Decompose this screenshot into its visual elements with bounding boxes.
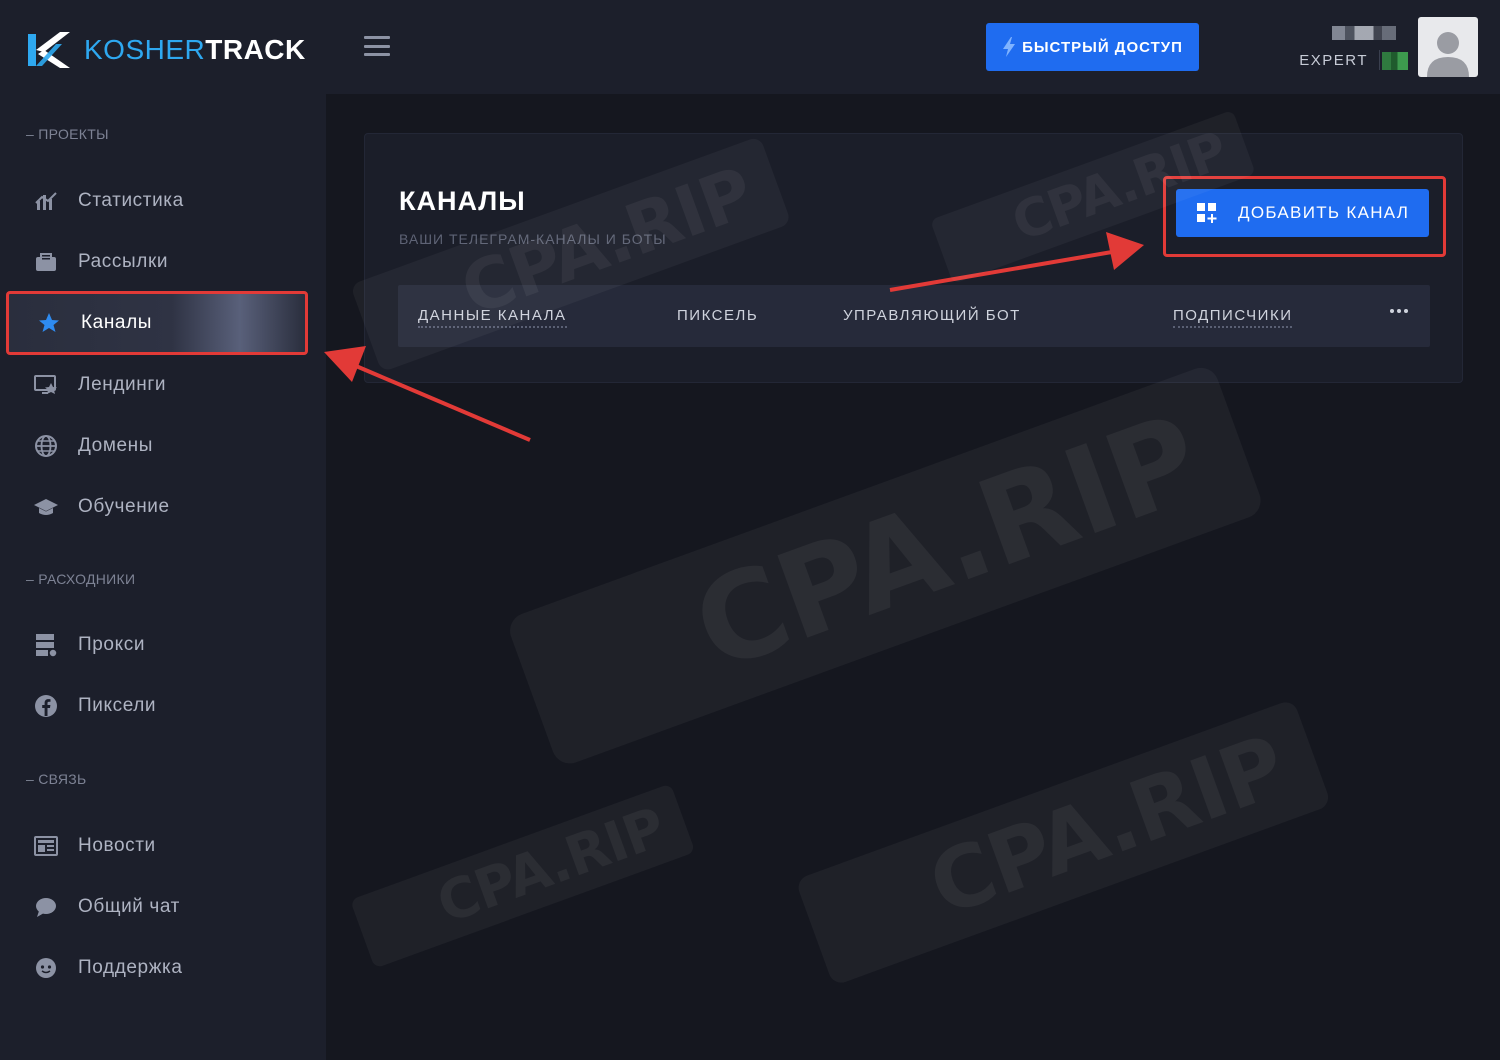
sidebar: KOSHERTRACK – ПРОЕКТЫ Статистика Рассылк… xyxy=(0,0,326,1060)
page-title: КАНАЛЫ xyxy=(399,186,526,216)
sidebar-item-label: Домены xyxy=(78,435,154,456)
watermark-text: CPA.RIP xyxy=(350,783,696,969)
column-subscribers[interactable]: ПОДПИСЧИКИ xyxy=(1173,307,1293,328)
status-indicator-redacted xyxy=(1382,52,1408,70)
newspaper-icon xyxy=(32,832,60,860)
add-channel-label: ДОБАВИТЬ КАНАЛ xyxy=(1238,203,1410,222)
sidebar-item-label: Общий чат xyxy=(78,896,180,917)
sidebar-item-label: Обучение xyxy=(78,496,170,517)
user-avatar-icon xyxy=(1427,32,1469,77)
divider xyxy=(1379,50,1380,70)
topbar: БЫСТРЫЙ ДОСТУП EXPERT xyxy=(326,0,1500,94)
watermark-text: CPA.RIP xyxy=(795,698,1332,986)
watermark-text: CPA.RIP xyxy=(505,362,1266,769)
sidebar-item-label: Прокси xyxy=(78,634,146,655)
more-options-icon[interactable] xyxy=(1390,309,1408,313)
avatar[interactable] xyxy=(1418,17,1478,77)
support-icon xyxy=(32,954,60,982)
page-subtitle: ВАШИ ТЕЛЕГРАМ-КАНАЛЫ И БОТЫ xyxy=(399,231,667,247)
add-channel-button[interactable]: ДОБАВИТЬ КАНАЛ xyxy=(1176,189,1429,237)
add-grid-icon xyxy=(1197,203,1217,223)
sidebar-item-education[interactable]: Обучение xyxy=(0,481,326,533)
sidebar-item-proxies[interactable]: Прокси xyxy=(0,619,326,671)
graduation-cap-icon xyxy=(32,493,60,521)
quick-access-label: БЫСТРЫЙ ДОСТУП xyxy=(1022,38,1183,56)
quick-access-button[interactable]: БЫСТРЫЙ ДОСТУП xyxy=(986,23,1199,71)
sidebar-item-general-chat[interactable]: Общий чат xyxy=(0,881,326,933)
section-label-communication: – СВЯЗЬ xyxy=(26,771,87,787)
globe-icon xyxy=(32,432,60,460)
mailbox-icon xyxy=(32,248,60,276)
sidebar-item-label: Рассылки xyxy=(78,251,169,272)
facebook-icon xyxy=(32,692,60,720)
logo[interactable]: KOSHERTRACK xyxy=(26,28,306,72)
user-info[interactable]: EXPERT xyxy=(1298,24,1408,72)
server-icon xyxy=(32,631,60,659)
channels-card: КАНАЛЫ ВАШИ ТЕЛЕГРАМ-КАНАЛЫ И БОТЫ ДОБАВ… xyxy=(364,133,1463,383)
user-name-redacted xyxy=(1332,26,1396,40)
monitor-icon xyxy=(32,371,60,399)
menu-toggle-icon[interactable] xyxy=(364,36,390,56)
star-icon xyxy=(35,309,63,337)
sidebar-item-support[interactable]: Поддержка xyxy=(0,942,326,994)
sidebar-item-label: Статистика xyxy=(78,190,184,211)
column-pixel[interactable]: ПИКСЕЛЬ xyxy=(677,307,758,324)
sidebar-item-label: Пиксели xyxy=(78,695,157,716)
logo-mark-icon xyxy=(28,32,70,68)
user-role: EXPERT xyxy=(1299,52,1368,69)
sidebar-item-channels[interactable]: Каналы xyxy=(6,291,308,355)
chat-icon xyxy=(32,893,60,921)
column-managing-bot[interactable]: УПРАВЛЯЮЩИЙ БОТ xyxy=(843,307,1021,324)
sidebar-item-label: Лендинги xyxy=(78,374,167,395)
section-label-projects: – ПРОЕКТЫ xyxy=(26,126,109,142)
sidebar-item-mailings[interactable]: Рассылки xyxy=(0,236,326,288)
section-label-resources: – РАСХОДНИКИ xyxy=(26,571,136,587)
sidebar-item-label: Поддержка xyxy=(78,957,183,978)
sidebar-item-news[interactable]: Новости xyxy=(0,820,326,872)
sidebar-item-statistics[interactable]: Статистика xyxy=(0,175,326,227)
lightning-icon xyxy=(1003,37,1016,57)
column-channel-data[interactable]: ДАННЫЕ КАНАЛА xyxy=(418,307,567,328)
sidebar-item-label: Каналы xyxy=(81,312,153,333)
chart-icon xyxy=(32,187,60,215)
sidebar-item-pixels[interactable]: Пиксели xyxy=(0,680,326,732)
table-header: ДАННЫЕ КАНАЛА ПИКСЕЛЬ УПРАВЛЯЮЩИЙ БОТ ПО… xyxy=(398,285,1430,347)
sidebar-item-landings[interactable]: Лендинги xyxy=(0,359,326,411)
sidebar-item-label: Новости xyxy=(78,835,156,856)
logo-text: KOSHERTRACK xyxy=(84,34,306,65)
sidebar-item-domains[interactable]: Домены xyxy=(0,420,326,472)
